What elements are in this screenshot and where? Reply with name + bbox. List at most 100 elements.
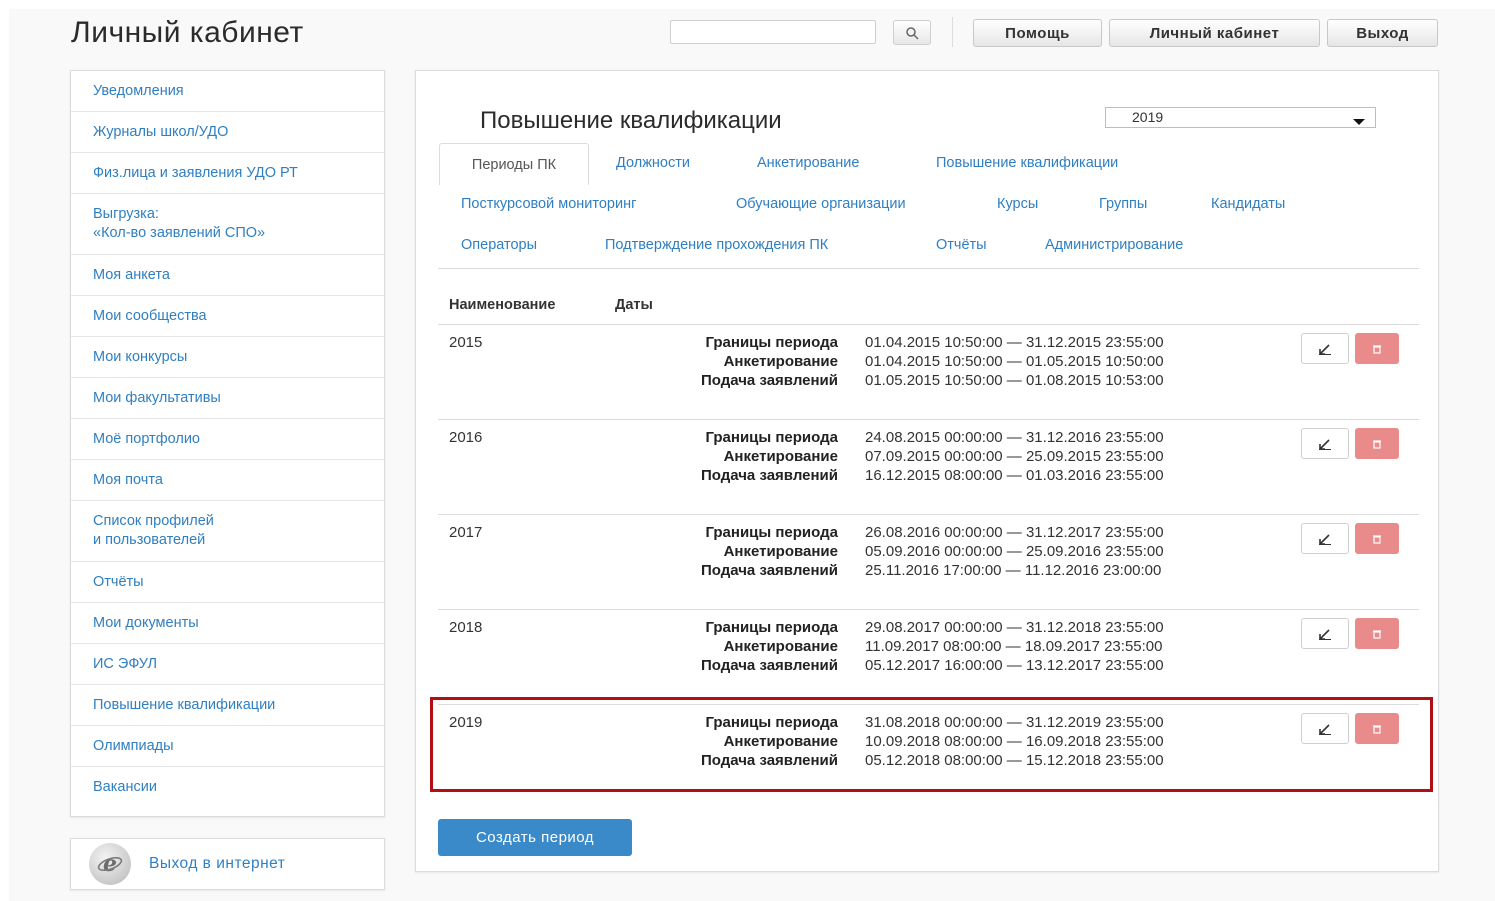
sidebar-item-my-profile[interactable]: Моя анкета xyxy=(71,255,384,296)
sidebar-item-label: Мои документы xyxy=(93,614,199,631)
sidebar-item-label: Список профилей и пользователей xyxy=(93,513,214,548)
delete-button[interactable] xyxy=(1355,618,1399,649)
period-bounds-label: Границы периода xyxy=(705,429,838,446)
edit-button[interactable] xyxy=(1301,428,1349,459)
period-bounds-value: 29.08.2017 00:00:00 — 31.12.2018 23:55:0… xyxy=(865,619,1164,636)
section-title: Повышение квалификации xyxy=(480,107,782,134)
tab-positions[interactable]: Должности xyxy=(616,155,690,171)
sidebar-item-my-contests[interactable]: Мои конкурсы xyxy=(71,337,384,378)
sidebar-item-olympiads[interactable]: Олимпиады xyxy=(71,726,384,767)
edit-icon xyxy=(1319,533,1331,545)
edit-button[interactable] xyxy=(1301,333,1349,364)
sidebar-item-profiles-list[interactable]: Список профилей и пользователей xyxy=(71,501,384,562)
sidebar-item-label: Мои сообщества xyxy=(93,307,207,324)
internet-exit-link[interactable]: e Выход в интернет xyxy=(70,838,385,890)
survey-label: Анкетирование xyxy=(723,733,838,750)
period-name: 2018 xyxy=(449,619,483,636)
tab-reports[interactable]: Отчёты xyxy=(936,237,987,253)
delete-button[interactable] xyxy=(1355,333,1399,364)
survey-value: 07.09.2015 00:00:00 — 25.09.2015 23:55:0… xyxy=(865,448,1164,465)
trash-icon xyxy=(1373,724,1381,734)
year-select-value: 2019 xyxy=(1132,109,1164,125)
tab-administration[interactable]: Администрирование xyxy=(1045,237,1183,253)
tab-periods[interactable]: Периоды ПК xyxy=(439,143,589,185)
internet-exit-label: Выход в интернет xyxy=(149,855,286,872)
sidebar-item-label: Вакансии xyxy=(93,779,157,795)
edit-button[interactable] xyxy=(1301,523,1349,554)
table-row: 2015 Границы периода Анкетирование Подач… xyxy=(438,324,1419,419)
delete-button[interactable] xyxy=(1355,713,1399,744)
tab-candidates[interactable]: Кандидаты xyxy=(1211,196,1285,212)
column-header-name: Наименование xyxy=(449,297,556,313)
sidebar-item-label: Отчёты xyxy=(93,573,144,590)
sidebar-item-individuals[interactable]: Физ.лица и заявления УДО РТ xyxy=(71,153,384,194)
sidebar-item-is-eful[interactable]: ИС ЭФУЛ xyxy=(71,644,384,685)
table-row: 2019 Границы периода Анкетирование Подач… xyxy=(438,704,1419,799)
tab-post-course-monitoring[interactable]: Посткурсовой мониторинг xyxy=(461,196,636,212)
edit-icon xyxy=(1319,723,1331,735)
tab-completion-confirmation[interactable]: Подтверждение прохождения ПК xyxy=(605,237,828,253)
trash-icon xyxy=(1373,534,1381,544)
sidebar-item-label: Журналы школ/УДО xyxy=(93,123,229,140)
tab-groups[interactable]: Группы xyxy=(1099,196,1147,212)
trash-icon xyxy=(1373,439,1381,449)
delete-button[interactable] xyxy=(1355,428,1399,459)
delete-button[interactable] xyxy=(1355,523,1399,554)
sidebar-item-notifications[interactable]: Уведомления xyxy=(71,71,384,112)
sidebar-item-label: Выгрузка: «Кол-во заявлений СПО» xyxy=(93,206,266,241)
tab-label: Периоды ПК xyxy=(471,156,557,173)
tab-survey[interactable]: Анкетирование xyxy=(757,155,859,171)
applications-label: Подача заявлений xyxy=(700,752,838,769)
sidebar-item-my-communities[interactable]: Мои сообщества xyxy=(71,296,384,337)
search-input[interactable] xyxy=(670,20,876,44)
period-bounds-label: Границы периода xyxy=(705,524,838,541)
sidebar-item-reports[interactable]: Отчёты xyxy=(71,562,384,603)
logout-button[interactable]: Выход xyxy=(1327,19,1438,47)
tab-courses[interactable]: Курсы xyxy=(997,196,1038,212)
survey-label: Анкетирование xyxy=(723,353,838,370)
help-button[interactable]: Помощь xyxy=(973,19,1102,47)
sidebar-item-qualification[interactable]: Повышение квалификации xyxy=(71,685,384,726)
sidebar-item-label: Уведомления xyxy=(93,82,184,99)
sidebar-item-label: Моя анкета xyxy=(93,266,170,283)
sidebar-item-label: Повышение квалификации xyxy=(93,696,276,713)
tab-training-organizations[interactable]: Обучающие организации xyxy=(736,196,906,212)
sidebar-item-my-electives[interactable]: Мои факультативы xyxy=(71,378,384,419)
sidebar-item-my-portfolio[interactable]: Моё портфолио xyxy=(71,419,384,460)
applications-label: Подача заявлений xyxy=(700,467,838,484)
sidebar-item-label: Мои конкурсы xyxy=(93,348,188,365)
applications-value: 05.12.2018 08:00:00 — 15.12.2018 23:55:0… xyxy=(865,752,1164,769)
chevron-down-icon xyxy=(1353,119,1365,125)
period-bounds-value: 31.08.2018 00:00:00 — 31.12.2019 23:55:0… xyxy=(865,714,1164,731)
tab-qualification[interactable]: Повышение квалификации xyxy=(936,155,1118,171)
period-bounds-value: 01.04.2015 10:50:00 — 31.12.2015 23:55:0… xyxy=(865,334,1164,351)
edit-button[interactable] xyxy=(1301,618,1349,649)
sidebar-item-label: Олимпиады xyxy=(93,737,174,754)
create-period-button[interactable]: Создать период xyxy=(438,819,632,856)
sidebar-item-export[interactable]: Выгрузка: «Кол-во заявлений СПО» xyxy=(71,194,384,255)
sidebar-item-my-documents[interactable]: Мои документы xyxy=(71,603,384,644)
sidebar: Уведомления Журналы школ/УДО Физ.лица и … xyxy=(70,70,385,817)
applications-label: Подача заявлений xyxy=(700,372,838,389)
survey-label: Анкетирование xyxy=(723,448,838,465)
survey-value: 01.04.2015 10:50:00 — 01.05.2015 10:50:0… xyxy=(865,353,1164,370)
internet-explorer-icon: e xyxy=(89,843,131,885)
edit-button[interactable] xyxy=(1301,713,1349,744)
period-bounds-label: Границы периода xyxy=(705,619,838,636)
edit-icon xyxy=(1319,438,1331,450)
tab-operators[interactable]: Операторы xyxy=(461,237,537,253)
year-select[interactable]: 2019 xyxy=(1105,107,1376,128)
sidebar-item-school-journals[interactable]: Журналы школ/УДО xyxy=(71,112,384,153)
applications-label: Подача заявлений xyxy=(700,562,838,579)
search-button[interactable] xyxy=(893,20,931,45)
sidebar-item-vacancies[interactable]: Вакансии xyxy=(71,767,384,808)
sidebar-item-label: Физ.лица и заявления УДО РТ xyxy=(93,164,298,181)
survey-value: 11.09.2017 08:00:00 — 18.09.2017 23:55:0… xyxy=(865,638,1163,655)
account-button[interactable]: Личный кабинет xyxy=(1109,19,1320,47)
sidebar-item-my-mail[interactable]: Моя почта xyxy=(71,460,384,501)
trash-icon xyxy=(1373,344,1381,354)
survey-label: Анкетирование xyxy=(723,543,838,560)
period-bounds-label: Границы периода xyxy=(705,334,838,351)
edit-icon xyxy=(1319,628,1331,640)
period-bounds-value: 26.08.2016 00:00:00 — 31.12.2017 23:55:0… xyxy=(865,524,1164,541)
